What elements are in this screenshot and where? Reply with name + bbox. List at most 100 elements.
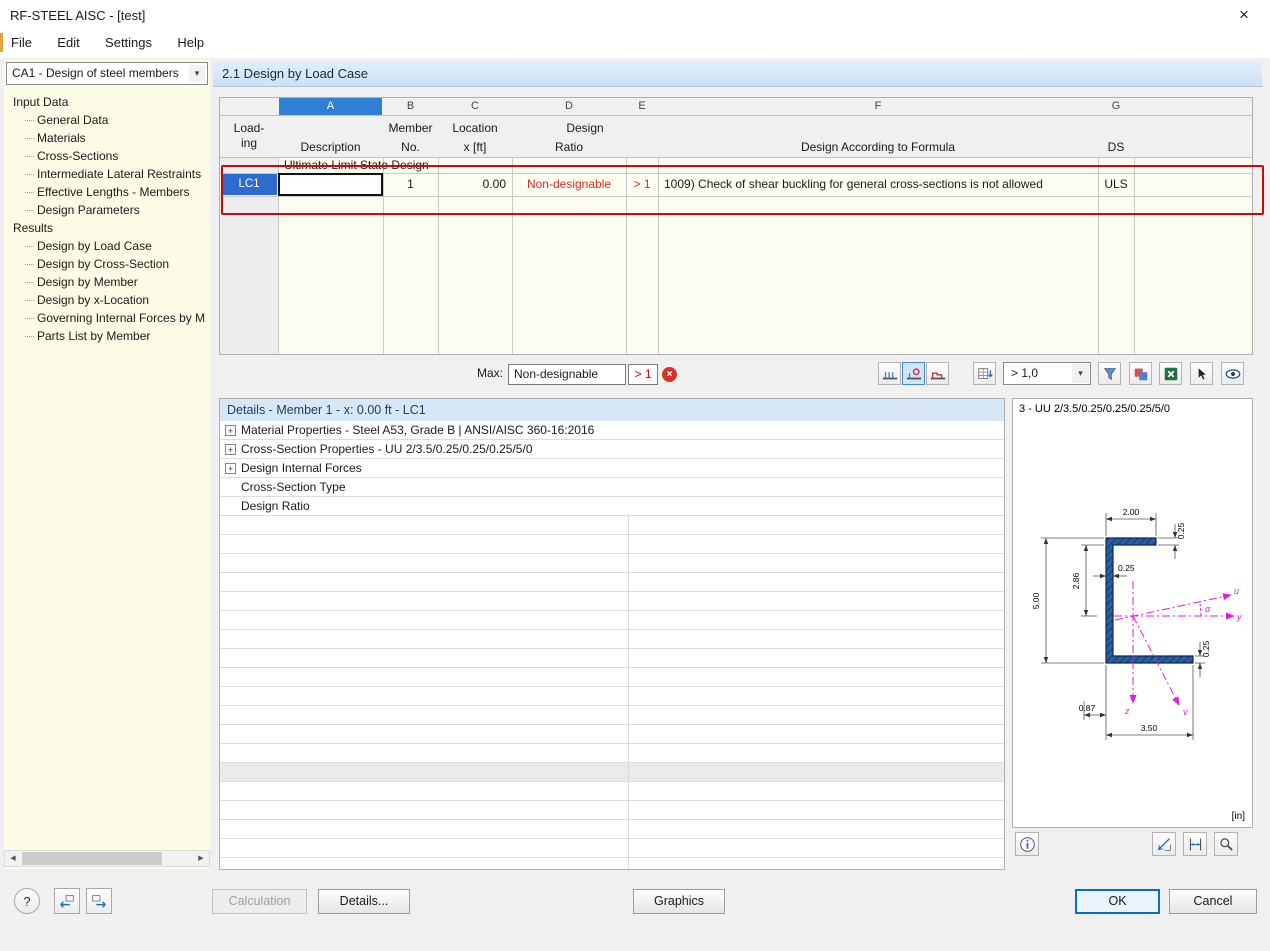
tree-item-input-data[interactable]: Input Data (4, 93, 210, 111)
menu-bar: File Edit Settings Help (0, 30, 1270, 59)
tree-item-materials[interactable]: Materials (4, 129, 210, 147)
tree-line (25, 246, 34, 248)
tree-item-design-by-load-case[interactable]: Design by Load Case (4, 237, 210, 255)
cancel-button[interactable]: Cancel (1169, 889, 1257, 914)
calculation-button[interactable]: Calculation (212, 889, 307, 914)
colored-results-button[interactable] (1129, 362, 1152, 385)
expand-icon[interactable]: + (225, 424, 236, 436)
cell-design-ratio[interactable]: Non-designable (512, 173, 626, 196)
section-info-button[interactable] (1015, 832, 1039, 856)
column-letter-f[interactable]: F (659, 98, 1097, 115)
cell-location[interactable]: 0.00 (438, 173, 506, 196)
dim-bottom-offset: 0.87 (1079, 703, 1096, 713)
dim-total-height: 5.00 (1031, 592, 1041, 609)
column-letter-b[interactable]: B (384, 98, 437, 115)
tree-line (25, 192, 34, 194)
header-loading-line1: Load- (233, 121, 265, 135)
ratio-filter-select[interactable]: > 1,0 ▾ (1003, 362, 1091, 385)
cell-description[interactable] (278, 173, 383, 196)
tree-item-intermediate-lateral-restraints[interactable]: Intermediate Lateral Restraints (4, 165, 210, 183)
details-panel: Details - Member 1 - x: 0.00 ft - LC1 + … (219, 398, 1005, 870)
tree-item-effective-lengths[interactable]: Effective Lengths - Members (4, 183, 210, 201)
column-letter-g[interactable]: G (1099, 98, 1133, 115)
svg-text:y: y (1236, 612, 1242, 622)
svg-text:α: α (1205, 604, 1211, 614)
table-row[interactable]: LC1 1 0.00 Non-designable > 1 1009) Chec… (220, 173, 1252, 196)
cell-loading-lc1[interactable]: LC1 (221, 174, 277, 195)
details-column-divider (628, 516, 629, 869)
menu-help[interactable]: Help (166, 30, 215, 55)
details-row-internal-forces[interactable]: + Design Internal Forces (220, 459, 1004, 478)
cell-formula[interactable]: 1009) Check of shear buckling for genera… (664, 173, 1094, 196)
result-rows-x-locations-button[interactable] (902, 362, 925, 385)
details-button[interactable]: Details... (318, 889, 410, 914)
column-letter-a[interactable]: A (279, 98, 382, 115)
dimension-icon (1189, 838, 1201, 850)
dialog-content: CA1 - Design of steel members ▾ Input Da… (0, 58, 1270, 951)
export-to-module-button[interactable] (54, 888, 80, 914)
cell-ds[interactable]: ULS (1098, 173, 1134, 196)
tree-item-design-by-x-location[interactable]: Design by x-Location (4, 291, 210, 309)
navigator-tree: Input Data General Data Materials Cross-… (4, 93, 210, 345)
tree-item-parts-list-by-member[interactable]: Parts List by Member (4, 327, 210, 345)
ok-button[interactable]: OK (1075, 889, 1160, 914)
column-letter-d[interactable]: D (513, 98, 625, 115)
menu-file[interactable]: File (0, 30, 43, 55)
header-member-no: No. (401, 140, 420, 154)
scrollbar-thumb[interactable] (22, 852, 162, 865)
pick-object-button[interactable] (1190, 362, 1213, 385)
column-letter-e[interactable]: E (627, 98, 657, 115)
tree-item-cross-sections[interactable]: Cross-Sections (4, 147, 210, 165)
cell-member-no[interactable]: 1 (383, 173, 438, 196)
details-title: Details - Member 1 - x: 0.00 ft - LC1 (220, 399, 1004, 421)
details-row-cross-section-properties[interactable]: + Cross-Section Properties - UU 2/3.5/0.… (220, 440, 1004, 459)
filter-button[interactable] (1098, 362, 1121, 385)
help-button[interactable]: ? (14, 888, 40, 914)
design-case-select[interactable]: CA1 - Design of steel members ▾ (6, 62, 208, 85)
chevron-down-icon[interactable]: ▾ (1072, 364, 1089, 383)
dimension-lines-button[interactable] (1183, 832, 1207, 856)
navigator-hscrollbar[interactable]: ◀ ▶ (4, 850, 210, 867)
dimensioning-toggle-button[interactable] (1152, 832, 1176, 856)
beam-results-icon (882, 371, 897, 379)
transfer-left-icon (60, 895, 74, 908)
zoom-section-button[interactable] (1214, 832, 1238, 856)
close-icon[interactable]: × (1230, 4, 1258, 26)
header-member: Member (388, 121, 433, 135)
tree-item-results[interactable]: Results (4, 219, 210, 237)
results-table: A B C D E F G Load- ing Description Memb… (219, 97, 1253, 355)
tree-line (25, 156, 34, 158)
max-label: Max: (476, 366, 503, 380)
expand-icon[interactable]: + (225, 462, 236, 474)
result-rows-members-button[interactable] (878, 362, 901, 385)
sort-table-button[interactable] (973, 362, 996, 385)
details-row-cross-section-type[interactable]: Cross-Section Type (220, 478, 1004, 497)
graphics-button[interactable]: Graphics (633, 889, 725, 914)
tree-item-design-by-cross-section[interactable]: Design by Cross-Section (4, 255, 210, 273)
details-row-design-ratio[interactable]: Design Ratio (220, 497, 1004, 516)
column-letter-c[interactable]: C (439, 98, 511, 115)
tree-line (25, 318, 34, 320)
view-results-button[interactable] (1221, 362, 1244, 385)
menu-settings[interactable]: Settings (94, 30, 163, 55)
expand-icon[interactable]: + (225, 443, 236, 455)
scroll-right-icon[interactable]: ▶ (193, 851, 209, 866)
dim-upper-height: 2.86 (1071, 572, 1081, 589)
header-formula: Design According to Formula (800, 140, 956, 154)
cell-ratio-flag[interactable]: > 1 (626, 173, 658, 196)
tree-item-design-by-member[interactable]: Design by Member (4, 273, 210, 291)
result-rows-extremes-button[interactable] (926, 362, 949, 385)
menu-edit[interactable]: Edit (46, 30, 90, 55)
scroll-left-icon[interactable]: ◀ (5, 851, 21, 866)
beam-steps-icon (930, 371, 945, 379)
tree-item-design-parameters[interactable]: Design Parameters (4, 201, 210, 219)
column-letter-row: A B C D E F G (220, 98, 1252, 116)
details-row-material[interactable]: + Material Properties - Steel A53, Grade… (220, 421, 1004, 440)
chevron-down-icon[interactable]: ▾ (189, 65, 205, 82)
tree-item-general-data[interactable]: General Data (4, 111, 210, 129)
dim-bottom-thickness: 0.25 (1201, 640, 1211, 657)
tree-item-governing-internal-forces[interactable]: Governing Internal Forces by M (4, 309, 210, 327)
page-title: 2.1 Design by Load Case (213, 62, 1262, 87)
import-from-module-button[interactable] (86, 888, 112, 914)
export-excel-button[interactable] (1159, 362, 1182, 385)
